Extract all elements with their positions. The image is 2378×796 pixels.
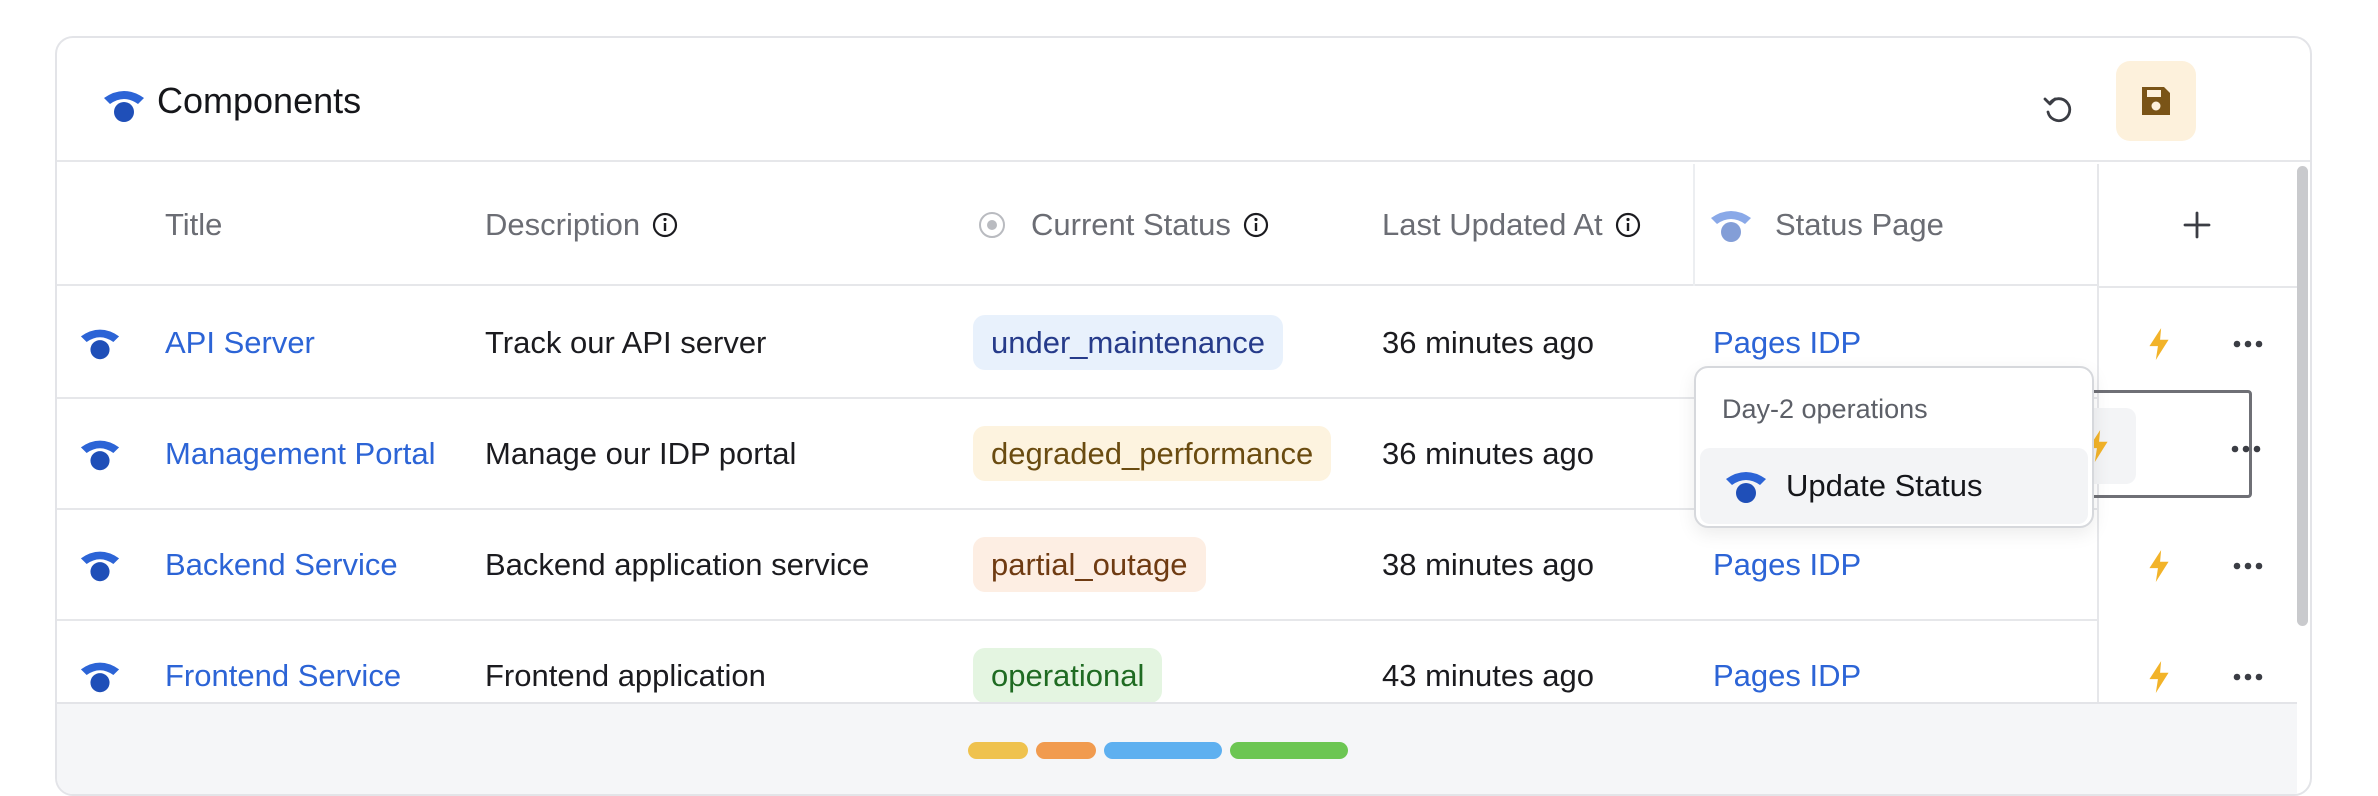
status-badge: degraded_performance xyxy=(973,425,1332,482)
info-icon xyxy=(652,212,678,238)
legend-pill xyxy=(968,742,1028,759)
more-button[interactable] xyxy=(2221,539,2275,593)
legend-pill xyxy=(1036,742,1096,759)
info-icon xyxy=(1243,212,1269,238)
components-icon xyxy=(79,435,121,473)
table-header: Title Description Current Status Last Up… xyxy=(57,164,2297,286)
divider xyxy=(2097,286,2297,288)
components-icon xyxy=(1709,206,1753,244)
more-button[interactable] xyxy=(2221,650,2275,704)
more-icon xyxy=(2231,445,2261,453)
add-column-button[interactable] xyxy=(2097,164,2297,286)
column-divider xyxy=(1693,164,1695,286)
column-header-last-updated[interactable]: Last Updated At xyxy=(1382,164,1641,286)
row-last-updated: 38 minutes ago xyxy=(1382,546,1594,582)
more-icon xyxy=(2233,562,2263,570)
column-header-description[interactable]: Description xyxy=(485,164,678,286)
bolt-icon xyxy=(2146,660,2172,694)
action-button[interactable] xyxy=(2132,317,2186,371)
row-last-updated: 36 minutes ago xyxy=(1382,324,1594,360)
column-description-label: Description xyxy=(485,207,641,242)
status-page-link[interactable]: Pages IDP xyxy=(1713,547,1861,583)
update-status-menu-item[interactable]: Update Status xyxy=(1700,448,2088,524)
bolt-icon xyxy=(2146,327,2172,361)
legend-pill xyxy=(1230,742,1348,759)
row-description: Frontend application xyxy=(485,657,766,693)
row-title-link[interactable]: Backend Service xyxy=(165,547,398,583)
column-current-status-label: Current Status xyxy=(1031,207,1231,242)
column-header-title[interactable]: Title xyxy=(165,164,222,286)
menu-item-label: Update Status xyxy=(1786,468,1983,503)
status-badge: under_maintenance xyxy=(973,314,1284,371)
page-title: Components xyxy=(157,80,362,121)
plus-icon xyxy=(2183,211,2211,239)
status-page-link[interactable]: Pages IDP xyxy=(1713,325,1861,361)
save-icon xyxy=(2142,87,2170,115)
column-status-page-label: Status Page xyxy=(1775,207,1944,242)
column-title-label: Title xyxy=(165,207,223,242)
components-icon xyxy=(102,86,146,124)
row-title-link[interactable]: Management Portal xyxy=(165,436,436,472)
row-description: Manage our IDP portal xyxy=(485,435,797,471)
column-last-updated-label: Last Updated At xyxy=(1382,207,1603,242)
components-icon xyxy=(79,324,121,362)
more-icon xyxy=(2233,340,2263,348)
vertical-scrollbar[interactable] xyxy=(2297,166,2308,626)
components-icon xyxy=(79,657,121,695)
more-button[interactable] xyxy=(2219,422,2273,476)
status-dot-icon xyxy=(979,212,1005,238)
menu-heading: Day-2 operations xyxy=(1722,394,1928,424)
save-button[interactable] xyxy=(2116,61,2196,141)
legend-pill xyxy=(1104,742,1222,759)
reset-button[interactable] xyxy=(2032,82,2086,136)
action-button[interactable] xyxy=(2132,539,2186,593)
column-header-current-status[interactable]: Current Status xyxy=(977,164,1269,286)
row-last-updated: 36 minutes ago xyxy=(1382,435,1594,471)
more-icon xyxy=(2233,673,2263,681)
reset-icon xyxy=(2043,97,2072,122)
row-description: Track our API server xyxy=(485,324,767,360)
action-button[interactable] xyxy=(2132,650,2186,704)
components-icon xyxy=(1724,467,1768,505)
info-icon xyxy=(1615,212,1641,238)
more-button[interactable] xyxy=(2221,317,2275,371)
row-description: Backend application service xyxy=(485,546,870,582)
status-badge: operational xyxy=(973,647,1163,704)
row-last-updated: 43 minutes ago xyxy=(1382,657,1594,693)
components-icon xyxy=(79,546,121,584)
card-header: Components xyxy=(57,38,2310,162)
status-badge: partial_outage xyxy=(973,536,1206,593)
bolt-icon xyxy=(2146,549,2172,583)
row-title-link[interactable]: Frontend Service xyxy=(165,658,401,694)
day2-operations-menu: Day-2 operations Update Status xyxy=(1694,366,2094,528)
row-title-link[interactable]: API Server xyxy=(165,325,315,361)
status-page-link[interactable]: Pages IDP xyxy=(1713,658,1861,694)
column-header-status-page[interactable]: Status Page xyxy=(1709,164,1944,286)
